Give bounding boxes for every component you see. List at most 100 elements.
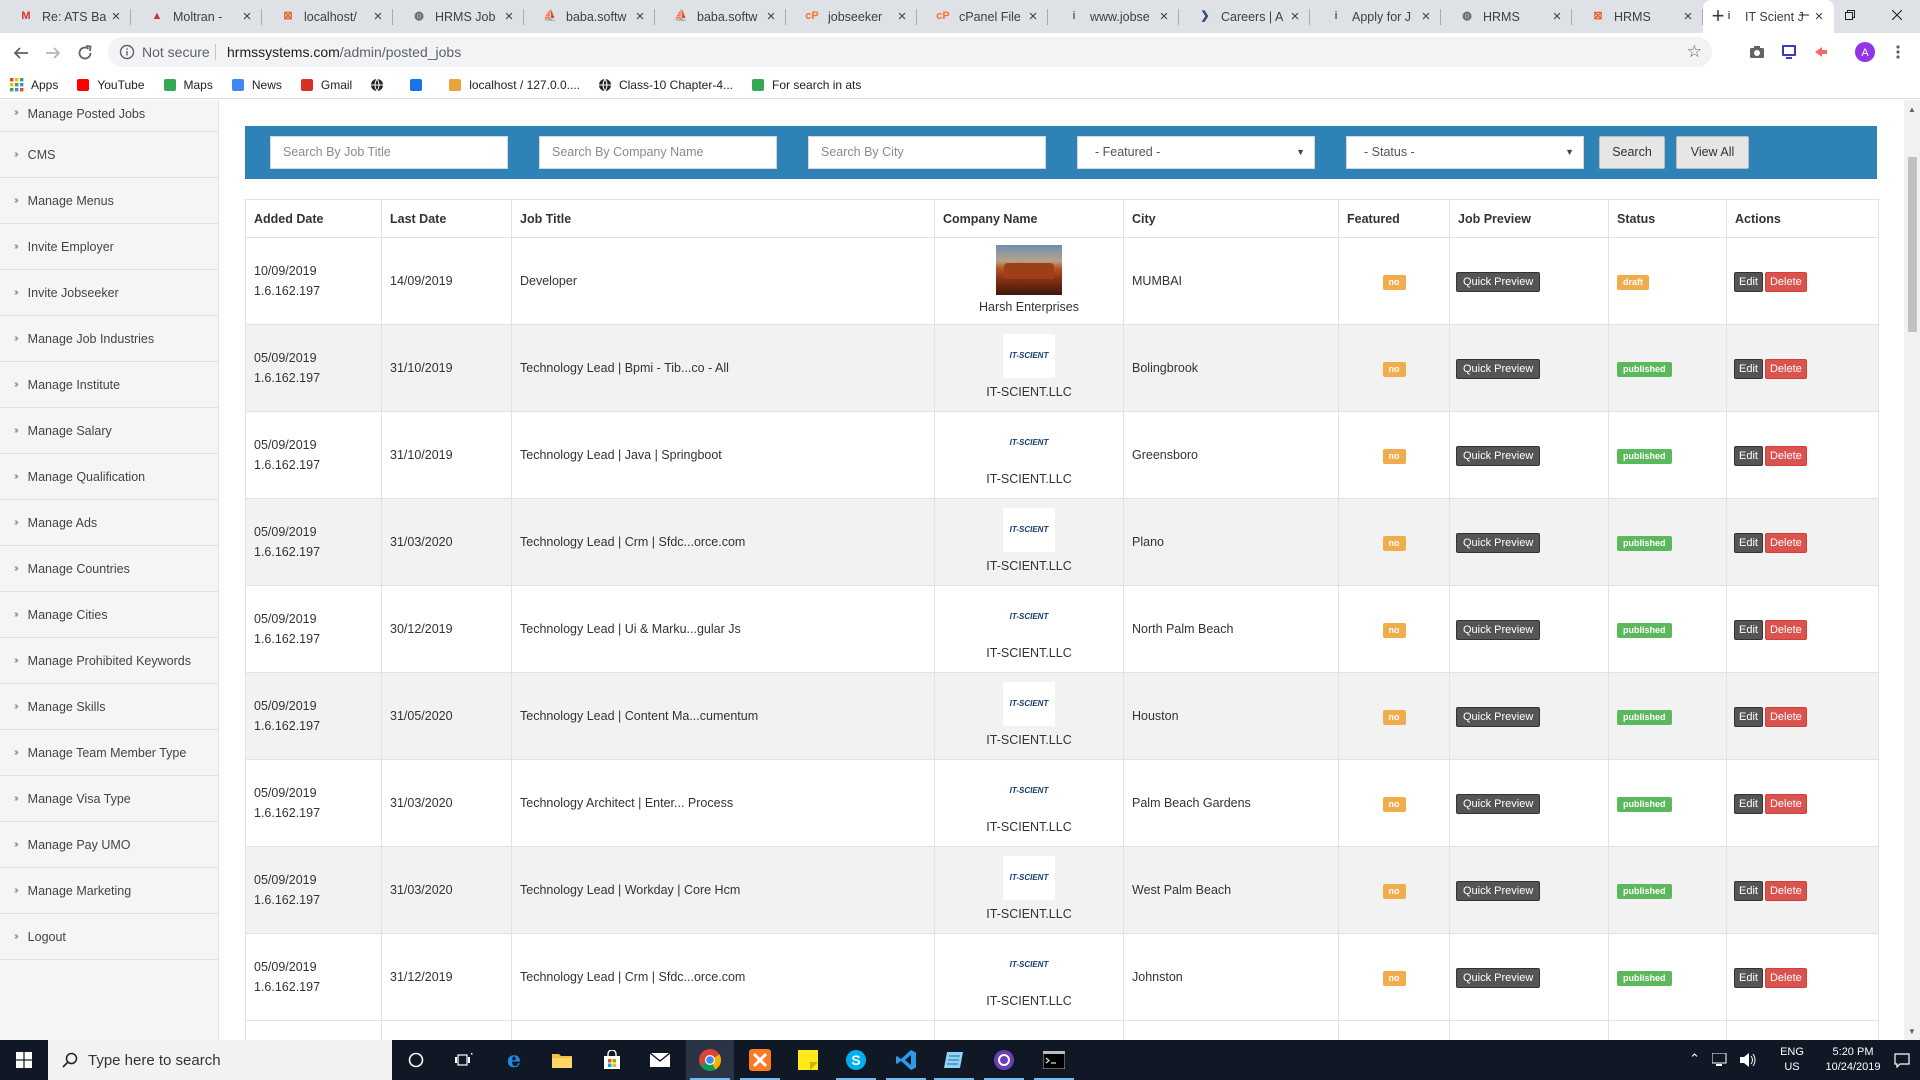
sticky-notes-taskbar-app[interactable] xyxy=(784,1040,832,1080)
bookmark-item[interactable]: News xyxy=(231,78,282,92)
sidebar-item-manage-ads[interactable]: ›› Manage Ads xyxy=(0,500,218,546)
browser-tab[interactable]: cP cPanel File × xyxy=(917,0,1048,33)
skype-taskbar-app[interactable]: S xyxy=(832,1040,880,1080)
featured-select[interactable]: - Featured - ▼ xyxy=(1077,136,1315,169)
file-explorer-taskbar-app[interactable] xyxy=(538,1040,586,1080)
sidebar-item-manage-marketing[interactable]: ›› Manage Marketing xyxy=(0,868,218,914)
tab-close-icon[interactable]: × xyxy=(1288,9,1302,24)
edit-button[interactable]: Edit xyxy=(1734,793,1763,814)
status-select[interactable]: - Status - ▼ xyxy=(1346,136,1584,169)
edit-button[interactable]: Edit xyxy=(1734,271,1763,292)
profile-avatar[interactable]: A xyxy=(1855,42,1875,62)
new-tab-button[interactable]: + xyxy=(1704,5,1732,29)
clock[interactable]: 5:20 PM 10/24/2019 xyxy=(1818,1045,1888,1075)
chevron-up-icon[interactable]: ⌃ xyxy=(1689,1051,1700,1067)
browser-tab[interactable]: ⛵ baba.softw × xyxy=(524,0,655,33)
tab-close-icon[interactable]: × xyxy=(895,9,909,24)
browser-tab[interactable]: ◍ HRMS × xyxy=(1441,0,1572,33)
scroll-down-icon[interactable]: ▼ xyxy=(1908,1027,1916,1036)
delete-button[interactable]: Delete xyxy=(1764,271,1807,292)
mail-taskbar-app[interactable] xyxy=(636,1040,684,1080)
volume-icon[interactable] xyxy=(1739,1052,1757,1068)
info-icon[interactable] xyxy=(119,44,135,63)
sidebar-item-cms[interactable]: ›› CMS xyxy=(0,132,218,178)
sidebar-item-manage-countries[interactable]: ›› Manage Countries xyxy=(0,546,218,592)
quick-preview-button[interactable]: Quick Preview xyxy=(1456,706,1541,727)
sidebar-item-manage-menus[interactable]: ›› Manage Menus xyxy=(0,178,218,224)
notification-icon[interactable] xyxy=(1894,1052,1910,1068)
edit-button[interactable]: Edit xyxy=(1734,967,1763,988)
sidebar-item-manage-prohibited-keywords[interactable]: ›› Manage Prohibited Keywords xyxy=(0,638,218,684)
bookmark-item[interactable]: Gmail xyxy=(300,78,352,92)
search-company-input[interactable]: Search By Company Name xyxy=(539,136,777,169)
terminal-taskbar-app[interactable] xyxy=(1030,1040,1078,1080)
tab-close-icon[interactable]: × xyxy=(371,9,385,24)
search-city-input[interactable]: Search By City xyxy=(808,136,1046,169)
xampp-taskbar-app[interactable] xyxy=(736,1040,784,1080)
sidebar-item-logout[interactable]: ›› Logout xyxy=(0,914,218,960)
more-menu-icon[interactable] xyxy=(1888,42,1908,62)
bookmark-item[interactable]: Apps xyxy=(10,77,58,92)
edit-button[interactable]: Edit xyxy=(1734,619,1763,640)
camera-extension-icon[interactable] xyxy=(1747,42,1767,62)
store-taskbar-app[interactable] xyxy=(588,1040,636,1080)
start-button[interactable] xyxy=(0,1040,48,1080)
language-indicator[interactable]: ENG US xyxy=(1774,1045,1810,1075)
browser-tab[interactable]: ◍ HRMS Job × xyxy=(393,0,524,33)
tab-close-icon[interactable]: × xyxy=(1157,9,1171,24)
notepad-taskbar-app[interactable] xyxy=(930,1040,978,1080)
address-bar[interactable]: Not secure hrmssystems.com/admin/posted_… xyxy=(108,37,1712,67)
screen-extension-icon[interactable] xyxy=(1779,42,1799,62)
tab-close-icon[interactable]: × xyxy=(633,9,647,24)
sidebar-item-manage-visa-type[interactable]: ›› Manage Visa Type xyxy=(0,776,218,822)
back-button[interactable] xyxy=(9,41,33,65)
browser-tab[interactable]: ❯ Careers | A × xyxy=(1179,0,1310,33)
edit-button[interactable]: Edit xyxy=(1734,706,1763,727)
delete-button[interactable]: Delete xyxy=(1764,532,1807,553)
page-scrollbar[interactable]: ▲ ▼ xyxy=(1904,100,1920,1040)
tab-close-icon[interactable]: × xyxy=(764,9,778,24)
search-job-title-input[interactable]: Search By Job Title xyxy=(270,136,508,169)
scrollbar-thumb[interactable] xyxy=(1908,157,1917,332)
bookmark-item[interactable] xyxy=(409,78,430,92)
bookmark-item[interactable]: YouTube xyxy=(76,78,145,92)
quick-preview-button[interactable]: Quick Preview xyxy=(1456,967,1541,988)
quick-preview-button[interactable]: Quick Preview xyxy=(1456,271,1541,292)
delete-button[interactable]: Delete xyxy=(1764,793,1807,814)
forward-button[interactable] xyxy=(41,41,65,65)
cast-extension-icon[interactable] xyxy=(1811,42,1831,62)
browser-tab[interactable]: ⊠ HRMS × xyxy=(1572,0,1703,33)
bookmark-item[interactable] xyxy=(370,78,391,92)
bookmark-item[interactable]: For search in ats xyxy=(751,78,861,92)
cortana-button[interactable] xyxy=(392,1040,440,1080)
sidebar-item-invite-employer[interactable]: ›› Invite Employer xyxy=(0,224,218,270)
browser-tab[interactable]: cP jobseeker × xyxy=(786,0,917,33)
delete-button[interactable]: Delete xyxy=(1764,880,1807,901)
tab-close-icon[interactable]: × xyxy=(1681,9,1695,24)
search-button[interactable]: Search xyxy=(1599,136,1665,169)
delete-button[interactable]: Delete xyxy=(1764,967,1807,988)
sidebar-item-manage-posted-jobs[interactable]: ›› Manage Posted Jobs xyxy=(0,100,218,132)
sidebar-item-manage-skills[interactable]: ›› Manage Skills xyxy=(0,684,218,730)
sidebar-item-manage-pay-umo[interactable]: ›› Manage Pay UMO xyxy=(0,822,218,868)
edit-button[interactable]: Edit xyxy=(1734,358,1763,379)
taskbar-search-box[interactable]: Type here to search xyxy=(48,1040,392,1080)
sidebar-item-manage-job-industries[interactable]: ›› Manage Job Industries xyxy=(0,316,218,362)
bookmark-item[interactable]: localhost / 127.0.0.... xyxy=(448,78,580,92)
chrome-taskbar-app[interactable] xyxy=(686,1040,734,1080)
tab-close-icon[interactable]: × xyxy=(109,9,123,24)
delete-button[interactable]: Delete xyxy=(1764,445,1807,466)
browser-tab[interactable]: i Apply for J × xyxy=(1310,0,1441,33)
browser-tab[interactable]: ⊠ localhost/ × xyxy=(262,0,393,33)
network-icon[interactable] xyxy=(1712,1053,1730,1067)
edge-taskbar-app[interactable]: e xyxy=(490,1040,538,1080)
quick-preview-button[interactable]: Quick Preview xyxy=(1456,445,1541,466)
task-view-button[interactable] xyxy=(440,1040,488,1080)
browser-tab[interactable]: M Re: ATS Ba × xyxy=(0,0,131,33)
tab-close-icon[interactable]: × xyxy=(1419,9,1433,24)
delete-button[interactable]: Delete xyxy=(1764,619,1807,640)
bookmark-item[interactable]: Maps xyxy=(163,78,213,92)
sidebar-item-manage-institute[interactable]: ›› Manage Institute xyxy=(0,362,218,408)
sidebar-item-manage-salary[interactable]: ›› Manage Salary xyxy=(0,408,218,454)
edit-button[interactable]: Edit xyxy=(1734,445,1763,466)
